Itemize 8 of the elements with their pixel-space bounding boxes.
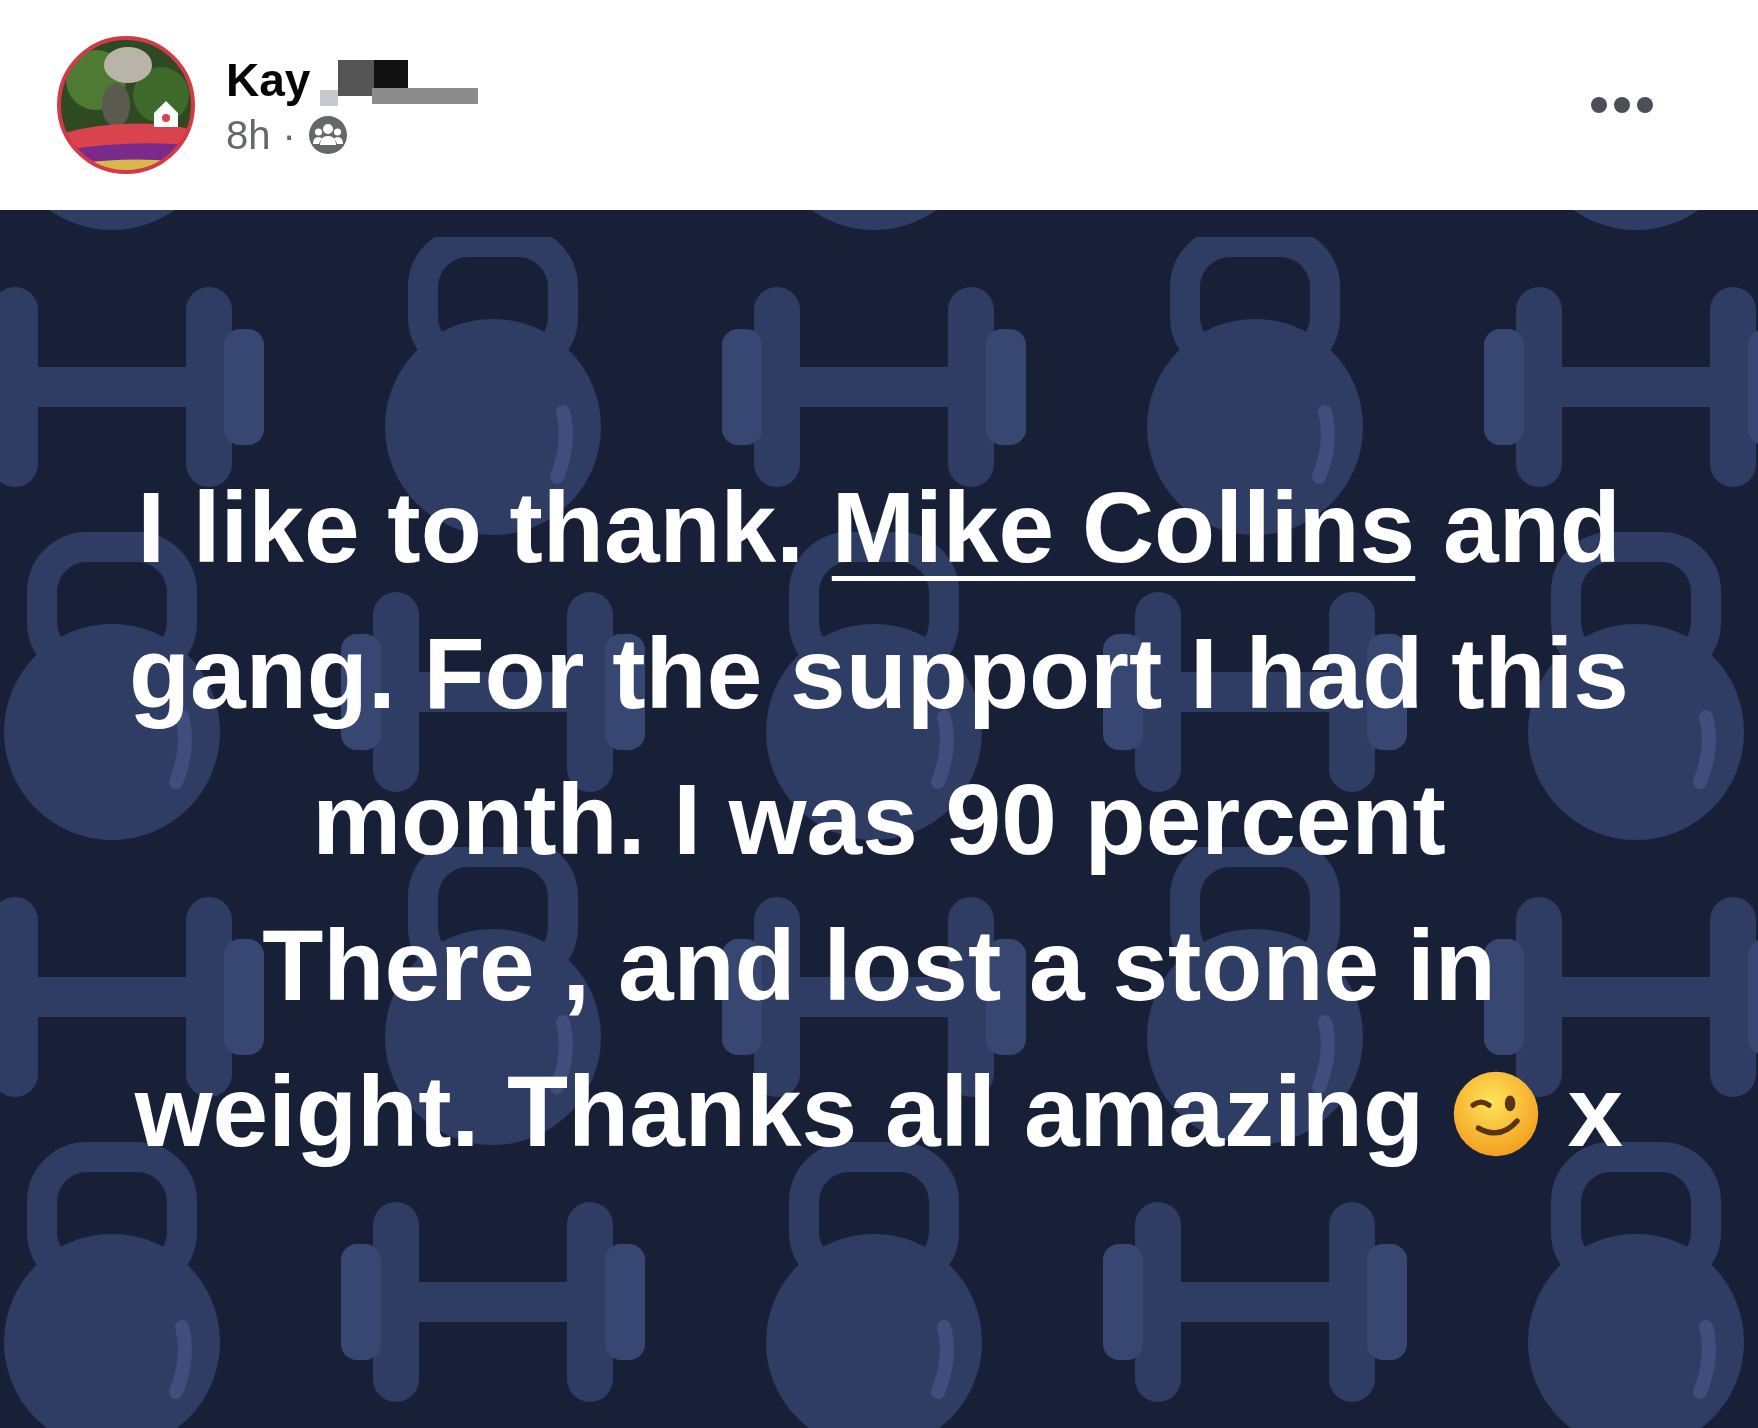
more-icon <box>1590 96 1654 114</box>
winking-face-icon <box>1451 1070 1540 1158</box>
friends-icon[interactable] <box>307 115 348 155</box>
separator-dot: · <box>282 112 296 158</box>
post-time[interactable]: 8h <box>226 112 271 158</box>
profile-link[interactable]: Mike Collins <box>831 471 1416 583</box>
post-text: I like to thank. Mike Collins and gang. For the support I had this month. I was 90 percent There , and lost a stone in weight. Thanks all amazing x <box>128 470 1630 1169</box>
author-name[interactable]: Kay <box>226 52 311 107</box>
